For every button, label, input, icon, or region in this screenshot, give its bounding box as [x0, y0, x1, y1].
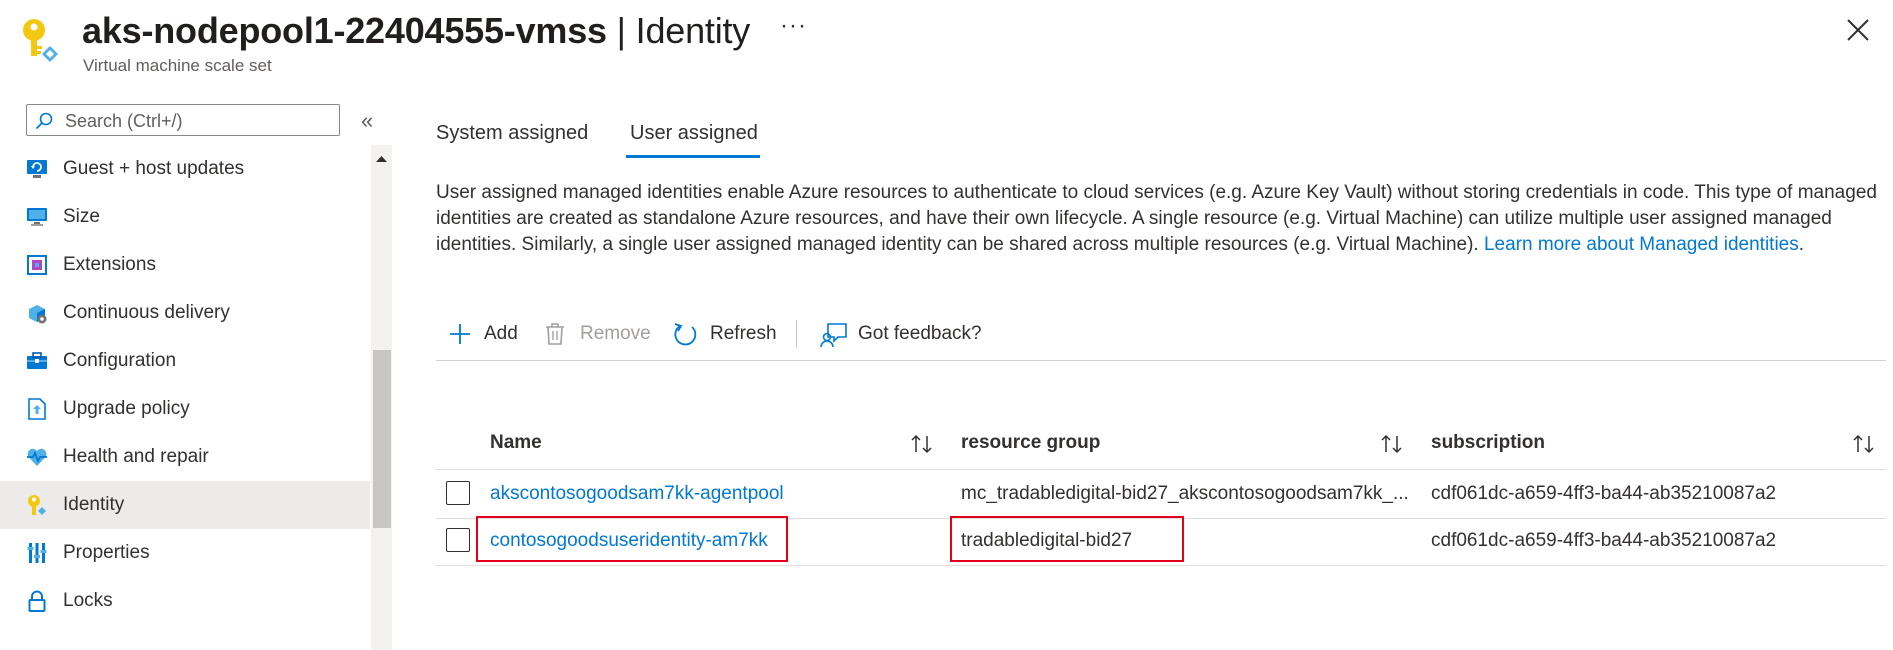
sidebar-item-label: Health and repair — [63, 446, 209, 467]
learn-more-link[interactable]: Learn more about Managed identities — [1484, 234, 1799, 255]
feedback-icon — [820, 323, 847, 348]
column-header-name[interactable]: Name — [490, 432, 542, 454]
sidebar-item-label: Properties — [63, 542, 150, 563]
refresh-icon — [674, 323, 697, 346]
title-separator: | — [606, 10, 636, 51]
table-row: akscontosogoodsam7kk-agentpool mc_tradab… — [436, 470, 1886, 518]
toolbar-divider — [796, 320, 797, 348]
tab-system-assigned[interactable]: System assigned — [436, 122, 588, 145]
scroll-up-arrow-icon[interactable] — [371, 150, 392, 168]
sidebar-item-label: Size — [63, 206, 100, 227]
sidebar-item-upgrade-policy[interactable]: Upgrade policy — [0, 385, 370, 433]
sidebar-item-label: Configuration — [63, 350, 177, 371]
resource-type-subtitle: Virtual machine scale set — [83, 56, 272, 75]
more-options-button[interactable]: ··· — [780, 12, 807, 40]
key-icon — [28, 495, 46, 515]
sort-icon[interactable] — [908, 432, 936, 456]
table-divider — [436, 565, 1886, 566]
feedback-label: Got feedback? — [858, 323, 982, 344]
sidebar-item-locks[interactable]: Locks — [0, 577, 370, 625]
resource-group-cell: tradabledigital-bid27 — [961, 530, 1133, 551]
sidebar-item-identity[interactable]: Identity — [0, 481, 370, 529]
page-title: aks-nodepool1-22404555-vmss | Identity — [82, 10, 750, 52]
sidebar-item-label: Identity — [63, 494, 125, 515]
sidebar-item-health-and-repair[interactable]: Health and repair — [0, 433, 370, 481]
toolbar-divider-line — [436, 360, 1886, 361]
lock-icon — [28, 590, 46, 612]
sort-icon[interactable] — [1850, 432, 1878, 456]
identity-name-link[interactable]: contosogoodsuseridentity-am7kk — [490, 530, 768, 552]
description-text: User assigned managed identities enable … — [436, 180, 1886, 258]
row-checkbox[interactable] — [446, 528, 470, 552]
tab-user-assigned[interactable]: User assigned — [630, 122, 758, 145]
description-end: . — [1798, 234, 1805, 255]
upgrade-icon — [28, 398, 46, 420]
delivery-icon — [29, 305, 47, 324]
sidebar-item-properties[interactable]: Properties — [0, 529, 370, 577]
add-button[interactable]: Add — [448, 320, 524, 350]
subscription-cell: cdf061dc-a659-4ff3-ba44-ab35210087a2 — [1431, 530, 1777, 551]
sidebar-item-label: Locks — [63, 590, 113, 611]
refresh-button[interactable]: Refresh — [672, 320, 782, 350]
active-tab-indicator — [626, 155, 760, 158]
monitor-icon — [27, 208, 47, 226]
sidebar-item-label: Guest + host updates — [63, 158, 245, 179]
sidebar-item-extensions[interactable]: Extensions — [0, 241, 370, 289]
scrollbar-thumb[interactable] — [373, 350, 391, 528]
sidebar-item-label: Continuous delivery — [63, 302, 230, 323]
resource-group-cell: mc_tradabledigital-bid27_akscontosogoods… — [961, 483, 1409, 504]
close-icon[interactable] — [1844, 16, 1872, 44]
resource-name: aks-nodepool1-22404555-vmss — [82, 10, 607, 51]
column-header-subscription[interactable]: subscription — [1431, 432, 1545, 454]
identity-name-link[interactable]: akscontosogoodsam7kk-agentpool — [490, 483, 784, 505]
trash-icon — [546, 323, 564, 345]
properties-icon — [27, 543, 47, 563]
feedback-button[interactable]: Got feedback? — [820, 320, 990, 350]
table-row: contosogoodsuseridentity-am7kk tradabled… — [436, 516, 1886, 565]
heart-pulse-icon — [27, 448, 47, 466]
collapse-sidebar-button[interactable]: « — [361, 108, 373, 134]
toolbox-icon — [27, 352, 47, 369]
row-checkbox[interactable] — [446, 481, 470, 505]
blade-name: Identity — [635, 10, 751, 51]
remove-button[interactable]: Remove — [544, 320, 652, 350]
search-box[interactable] — [26, 104, 340, 136]
sidebar-item-guest-host-updates[interactable]: Guest + host updates — [0, 145, 370, 193]
key-icon — [23, 19, 58, 62]
extensions-icon — [27, 255, 47, 275]
refresh-label: Refresh — [710, 323, 777, 344]
remove-label: Remove — [580, 323, 651, 344]
sidebar-item-continuous-delivery[interactable]: Continuous delivery — [0, 289, 370, 337]
subscription-cell: cdf061dc-a659-4ff3-ba44-ab35210087a2 — [1431, 483, 1777, 504]
update-icon — [27, 160, 47, 178]
sidebar-item-configuration[interactable]: Configuration — [0, 337, 370, 385]
add-label: Add — [484, 323, 518, 344]
search-input[interactable] — [63, 108, 335, 134]
sort-icon[interactable] — [1378, 432, 1406, 456]
plus-icon — [450, 324, 470, 344]
sidebar-item-size[interactable]: Size — [0, 193, 370, 241]
sidebar-item-label: Extensions — [63, 254, 156, 275]
sidebar-item-label: Upgrade policy — [63, 398, 190, 419]
column-header-resource-group[interactable]: resource group — [961, 432, 1100, 454]
search-icon — [35, 112, 53, 130]
